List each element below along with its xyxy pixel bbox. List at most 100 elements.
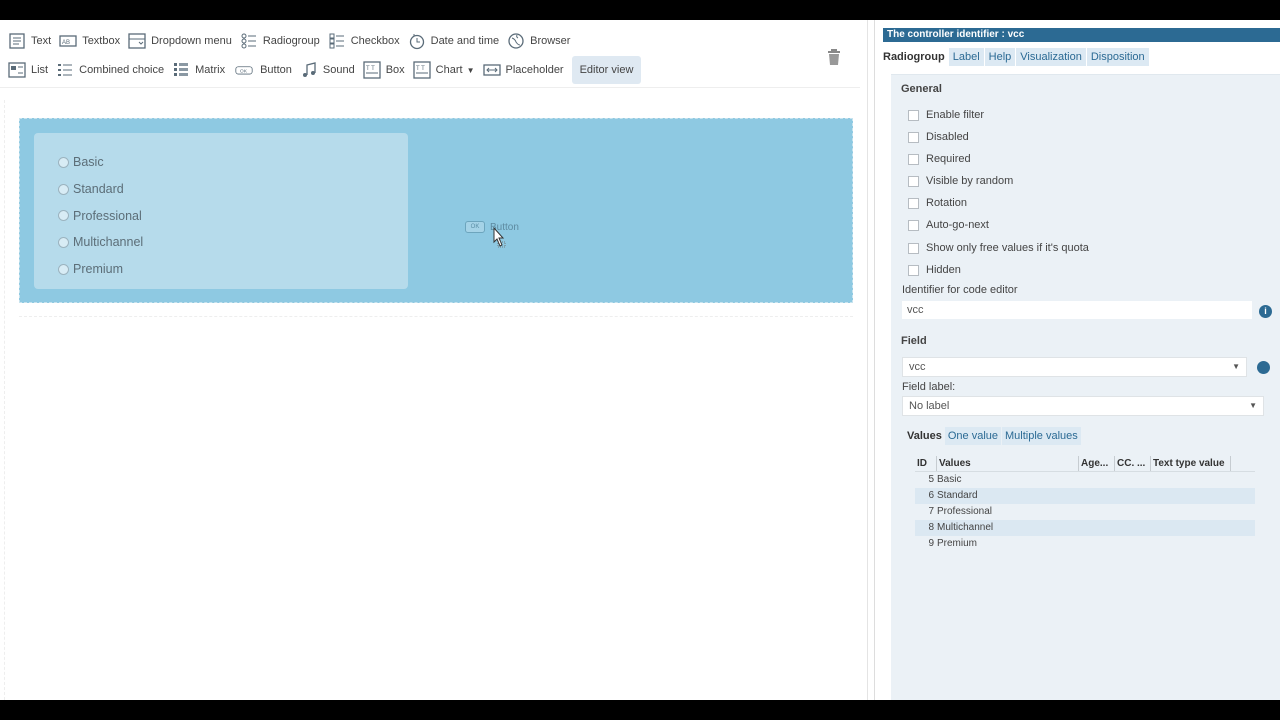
properties-tabs: Radiogroup Label Help Visualization Disp… [883, 48, 1150, 66]
table-header: ID Values Age... CC. ... Text type value [915, 456, 1255, 472]
field-label-select[interactable]: No label ▼ [902, 396, 1264, 416]
matrix-icon [172, 61, 190, 79]
tab-values[interactable]: Values [905, 427, 945, 445]
radio-option[interactable]: Basic [58, 149, 408, 176]
values-tabs: Values One value Multiple values [905, 427, 1082, 445]
tab-visualization[interactable]: Visualization [1016, 48, 1086, 66]
chart-icon: T T [413, 61, 431, 79]
column-header-age[interactable]: Age... [1079, 456, 1115, 471]
button-icon: OK [465, 221, 485, 233]
tab-help[interactable]: Help [984, 48, 1016, 66]
tab-radiogroup[interactable]: Radiogroup [883, 48, 949, 66]
visible-by-random-checkbox[interactable]: Visible by random [908, 172, 1013, 190]
radio-option[interactable]: Premium [58, 256, 408, 283]
required-checkbox[interactable]: Required [908, 150, 971, 168]
toolbar-browser-button[interactable]: Browser [507, 29, 570, 53]
toolbar-chart-button[interactable]: T T Chart ▼ [413, 58, 475, 82]
column-header-values[interactable]: Values [937, 456, 1079, 471]
field-section-title: Field [901, 335, 927, 347]
textbox-icon: AB [59, 32, 77, 50]
radio-circle-icon [58, 183, 69, 195]
form-canvas: Basic Standard Professional Multichannel [4, 100, 856, 700]
toolbar-box-button[interactable]: T T Box [363, 58, 405, 82]
trash-icon[interactable] [826, 48, 842, 66]
button-icon: OK [233, 61, 255, 79]
toolbar-textbox-button[interactable]: AB Textbox [59, 29, 120, 53]
checkbox-box[interactable] [908, 242, 919, 254]
table-row[interactable]: 5 Basic [915, 472, 1255, 488]
table-row[interactable]: 7 Professional [915, 504, 1255, 520]
mouse-cursor-icon [493, 227, 506, 248]
identifier-input[interactable]: vcc [902, 301, 1252, 319]
identifier-label: Identifier for code editor [902, 284, 1018, 296]
enable-filter-checkbox[interactable]: Enable filter [908, 106, 984, 124]
toolbar-list-button[interactable]: List [8, 58, 48, 82]
combined-choice-icon [56, 61, 74, 79]
editor-view-button[interactable]: Editor view [571, 56, 642, 84]
tab-disposition[interactable]: Disposition [1086, 48, 1149, 66]
tab-label[interactable]: Label [948, 48, 984, 66]
column-header-text-type[interactable]: Text type value [1151, 456, 1231, 471]
checkbox-box[interactable] [908, 264, 919, 276]
checkbox-box[interactable] [908, 197, 919, 209]
tab-one-value[interactable]: One value [944, 427, 1002, 445]
box-icon: T T [363, 61, 381, 79]
column-header-cc[interactable]: CC. ... [1115, 456, 1151, 471]
table-row[interactable]: 6 Standard [915, 488, 1255, 504]
svg-text:T T: T T [416, 66, 425, 72]
general-section-title: General [901, 83, 942, 95]
checkbox-box[interactable] [908, 131, 919, 143]
toolbar-dropdown-button[interactable]: Dropdown menu [128, 29, 232, 53]
tab-multiple-values[interactable]: Multiple values [1002, 427, 1081, 445]
dropdown-icon [128, 32, 146, 50]
toolbar-datetime-button[interactable]: Date and time [408, 29, 499, 53]
hidden-checkbox[interactable]: Hidden [908, 261, 961, 279]
clock-icon [408, 32, 426, 50]
disabled-checkbox[interactable]: Disabled [908, 128, 969, 146]
info-icon[interactable]: i [1259, 305, 1272, 318]
column-header-id[interactable]: ID [915, 456, 937, 471]
toolbar-row-2: List Combined choice Matrix OK Button So… [8, 56, 649, 84]
radio-option[interactable]: Multichannel [58, 229, 408, 256]
toolbar-matrix-button[interactable]: Matrix [172, 58, 225, 82]
text-icon [8, 32, 26, 50]
checkbox-box[interactable] [908, 153, 919, 165]
rotation-checkbox[interactable]: Rotation [908, 194, 967, 212]
values-table: ID Values Age... CC. ... Text type value… [915, 456, 1255, 552]
toolbar-row-1: Text AB Textbox Dropdown menu Radiogroup… [8, 28, 578, 54]
radiogroup-preview[interactable]: Basic Standard Professional Multichannel [34, 133, 408, 289]
toolbar-placeholder-button[interactable]: Placeholder [482, 58, 564, 82]
checkbox-box[interactable] [908, 109, 919, 121]
component-toolbar: Text AB Textbox Dropdown menu Radiogroup… [0, 20, 860, 88]
field-select[interactable]: vcc ▼ [902, 357, 1247, 377]
music-note-icon [300, 61, 318, 79]
placeholder-icon [482, 61, 501, 79]
radiogroup-icon [240, 32, 258, 50]
chevron-down-icon: ▼ [1232, 362, 1240, 371]
auto-go-next-checkbox[interactable]: Auto-go-next [908, 216, 989, 234]
drop-zone-highlight[interactable]: Basic Standard Professional Multichannel [19, 118, 853, 303]
chevron-down-icon: ▼ [466, 65, 475, 75]
radio-circle-icon [58, 263, 69, 275]
table-row[interactable]: 9 Premium [915, 536, 1255, 552]
toolbar-sound-button[interactable]: Sound [300, 58, 355, 82]
free-quota-values-checkbox[interactable]: Show only free values if it's quota [908, 239, 1089, 257]
radio-option[interactable]: Standard [58, 176, 408, 203]
radio-circle-icon [58, 236, 69, 248]
table-row[interactable]: 8 Multichannel [915, 520, 1255, 536]
toolbar-combined-choice-button[interactable]: Combined choice [56, 58, 164, 82]
properties-panel: The controller identifier : vcc Radiogro… [874, 20, 1280, 700]
toolbar-checkbox-button[interactable]: Checkbox [328, 29, 400, 53]
toolbar-text-button[interactable]: Text [8, 29, 51, 53]
checkbox-box[interactable] [908, 175, 919, 187]
radio-option[interactable]: Professional [58, 202, 408, 229]
toolbar-button-button[interactable]: OK Button [233, 58, 292, 82]
edit-field-icon[interactable] [1257, 361, 1270, 374]
svg-text:AB: AB [62, 40, 70, 46]
panel-title: The controller identifier : vcc [883, 28, 1280, 42]
checkbox-box[interactable] [908, 219, 919, 231]
field-label-caption: Field label: [902, 381, 956, 393]
app-window: Text AB Textbox Dropdown menu Radiogroup… [0, 20, 1280, 700]
radio-circle-icon [58, 156, 69, 168]
toolbar-radiogroup-button[interactable]: Radiogroup [240, 29, 320, 53]
